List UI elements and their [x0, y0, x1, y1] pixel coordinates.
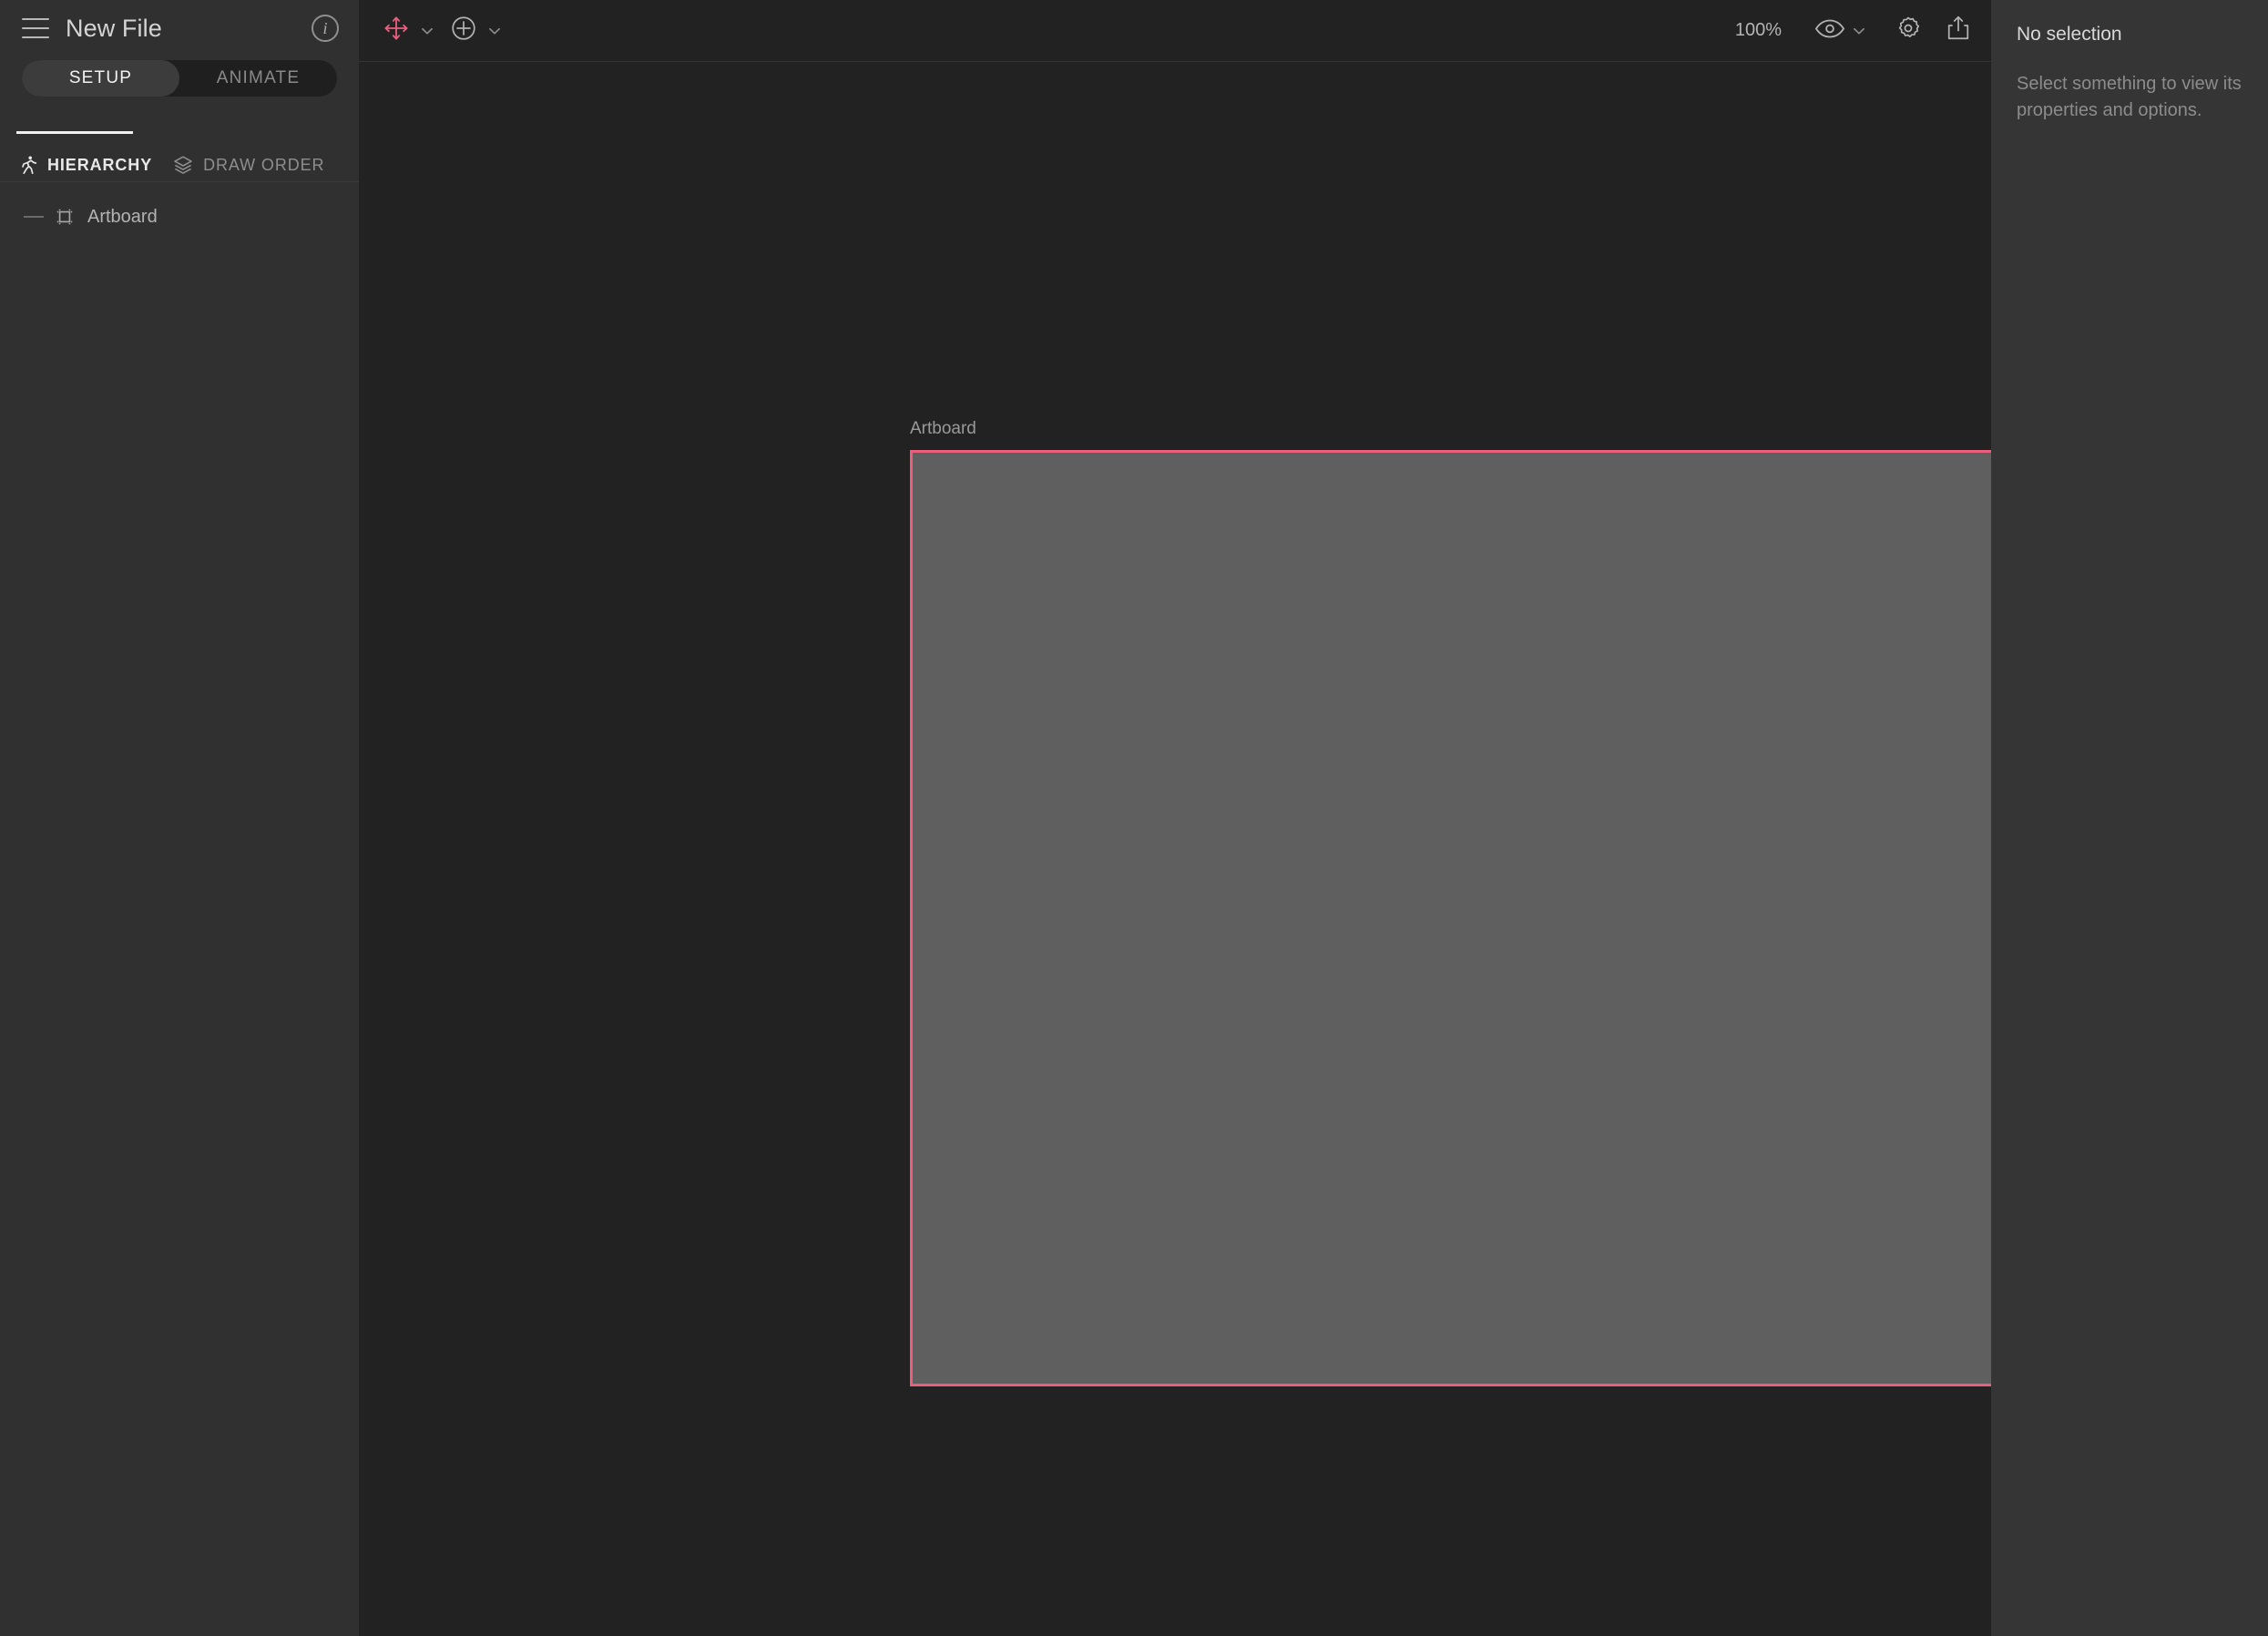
create-chevron-down-icon[interactable]	[486, 23, 503, 39]
four-way-arrow-icon	[383, 15, 410, 46]
settings-button[interactable]	[1895, 15, 1922, 46]
zoom-level-label[interactable]: 100%	[1735, 20, 1782, 41]
inspector-panel: No selection Select something to view it…	[1991, 0, 2268, 1636]
tree-item-label: Artboard	[87, 206, 158, 227]
file-name-title[interactable]: New File	[66, 15, 162, 43]
gear-icon	[1895, 15, 1922, 46]
tab-setup[interactable]: SETUP	[22, 60, 179, 97]
tab-draw-order[interactable]: DRAW ORDER	[172, 151, 324, 179]
translate-tool-button[interactable]	[383, 15, 410, 46]
canvas-area[interactable]: Artboard	[359, 62, 1991, 1636]
inspector-title: No selection	[2017, 24, 2122, 45]
tab-animate[interactable]: ANIMATE	[179, 60, 337, 97]
sidebar-header: New File i	[0, 0, 359, 56]
left-tool-group	[383, 15, 517, 46]
right-tool-group: 100%	[1735, 15, 1971, 46]
running-person-icon	[16, 154, 38, 176]
tree-item-artboard[interactable]: Artboard	[0, 199, 359, 235]
panel-tab-bar: HIERARCHY DRAW ORDER	[0, 131, 359, 182]
tab-hierarchy-label: HIERARCHY	[47, 155, 153, 174]
active-tab-underline	[16, 131, 133, 134]
visibility-chevron-down-icon[interactable]	[1851, 23, 1867, 39]
tab-draw-order-label: DRAW ORDER	[203, 155, 325, 174]
mode-toggle-wrap: SETUP ANIMATE	[0, 56, 359, 97]
canvas-toolbar: 100%	[359, 0, 1991, 62]
artboard-icon	[53, 205, 77, 229]
artboard-container: Artboard	[910, 419, 1991, 1386]
editor-center: 100% Artboard	[359, 0, 1991, 1636]
visibility-button[interactable]	[1814, 17, 1882, 45]
info-icon[interactable]: i	[312, 15, 339, 42]
left-sidebar: New File i SETUP ANIMATE HIERARCHY DRAW …	[0, 0, 359, 1636]
translate-chevron-down-icon[interactable]	[419, 23, 435, 39]
inspector-hint: Select something to view its properties …	[2017, 74, 2242, 120]
plus-circle-icon	[450, 15, 477, 46]
hamburger-icon[interactable]	[22, 18, 49, 38]
create-tool-button[interactable]	[450, 15, 477, 46]
artboard-rect[interactable]	[910, 450, 1991, 1386]
layers-icon	[172, 154, 194, 176]
tab-hierarchy[interactable]: HIERARCHY	[16, 151, 152, 179]
tree-branch-line	[24, 216, 44, 218]
hierarchy-tree: Artboard	[0, 182, 359, 235]
artboard-label: Artboard	[910, 419, 976, 438]
share-export-button[interactable]	[1946, 15, 1971, 46]
share-export-icon	[1946, 15, 1971, 46]
mode-toggle: SETUP ANIMATE	[22, 60, 337, 97]
rive-editor-window: New File i SETUP ANIMATE HIERARCHY DRAW …	[0, 0, 2268, 1636]
eye-icon	[1814, 17, 1845, 45]
